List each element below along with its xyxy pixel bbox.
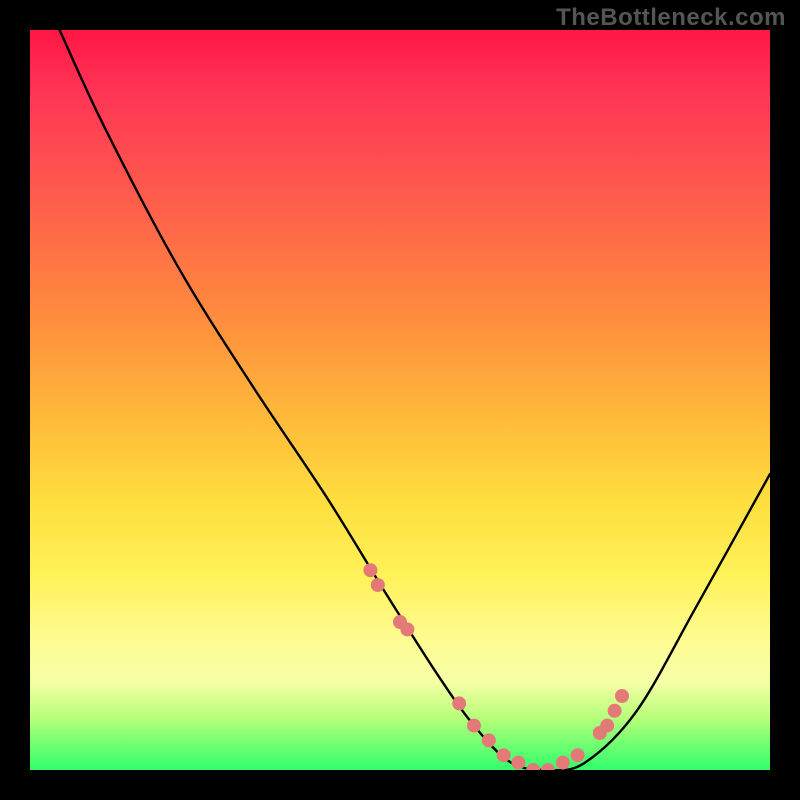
- marker-dot: [526, 763, 540, 770]
- marker-dot: [497, 748, 511, 762]
- marker-dot: [467, 719, 481, 733]
- marker-dot: [608, 704, 622, 718]
- marker-dot: [541, 763, 555, 770]
- marker-dot: [400, 622, 414, 636]
- chart-frame: TheBottleneck.com: [0, 0, 800, 800]
- watermark-text: TheBottleneck.com: [556, 4, 786, 32]
- marker-dot: [482, 733, 496, 747]
- marker-dot: [615, 689, 629, 703]
- marker-dot: [452, 696, 466, 710]
- marker-dot: [363, 563, 377, 577]
- marker-dot: [371, 578, 385, 592]
- marker-dot: [571, 748, 585, 762]
- marker-dots: [363, 563, 629, 770]
- marker-dot: [600, 719, 614, 733]
- bottleneck-curve: [60, 30, 770, 770]
- curve-svg: [30, 30, 770, 770]
- marker-dot: [556, 756, 570, 770]
- marker-dot: [511, 756, 525, 770]
- plot-area: [30, 30, 770, 770]
